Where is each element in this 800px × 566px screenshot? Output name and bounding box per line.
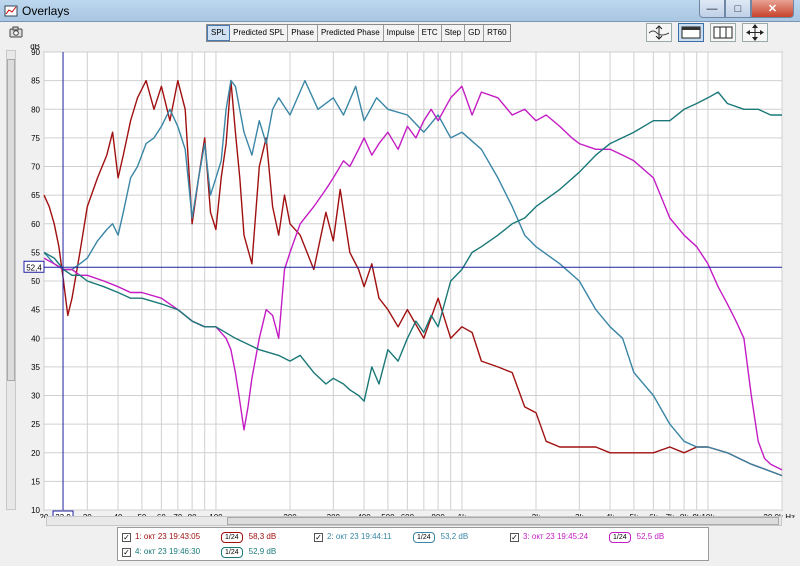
legend-entry: ✓ 4: окт 23 19:46:30 1/24 52,9 dB	[122, 545, 303, 559]
tab-step[interactable]: Step	[442, 25, 466, 41]
y-tick-label: 15	[31, 477, 40, 486]
minimize-button[interactable]: —	[699, 0, 725, 18]
smoothing-button[interactable]: 1/24	[221, 531, 243, 543]
vertical-scrollbar[interactable]	[6, 50, 16, 510]
graph-view-button[interactable]	[678, 23, 704, 42]
legend-level: 53,2 dB	[440, 532, 469, 541]
smoothing-button[interactable]: 1/24	[221, 546, 243, 558]
toolbar: SPL Predicted SPL Phase Predicted Phase Impu…	[0, 22, 800, 44]
legend-entry: ✓ 1: окт 23 19:43:05 1/24 58,3 dB	[122, 530, 303, 544]
close-icon: ✕	[767, 3, 778, 15]
y-tick-label: 35	[31, 363, 40, 372]
tab-impulse[interactable]: Impulse	[384, 25, 419, 41]
maximize-button[interactable]: □	[725, 0, 751, 18]
tab-etc[interactable]: ETC	[419, 25, 442, 41]
y-tick-label: 40	[31, 334, 40, 343]
measurement-legend: ✓ 1: окт 23 19:43:05 1/24 58,3 dB ✓ 2: окт 23…	[117, 527, 709, 561]
y-tick-label: 25	[31, 420, 40, 429]
horizontal-scroll-thumb[interactable]	[227, 517, 779, 525]
move-arrows-icon	[746, 24, 764, 41]
app-icon	[4, 5, 18, 17]
legend-level: 52,9 dB	[248, 547, 277, 556]
legend-checkbox[interactable]: ✓	[122, 547, 131, 557]
vertical-fit-button[interactable]	[646, 23, 672, 42]
window-title: Overlays	[22, 4, 70, 18]
smoothing-button[interactable]: 1/24	[413, 531, 435, 543]
spl-chart[interactable]: 1015202530354045505560657075808590dB2030…	[0, 42, 800, 523]
tab-gd[interactable]: GD	[465, 25, 485, 41]
tab-predicted-phase[interactable]: Predicted Phase	[318, 25, 384, 41]
minimize-icon: —	[706, 2, 718, 15]
legend-checkbox[interactable]: ✓	[122, 532, 131, 542]
legend-entry: ✓ 2: окт 23 19:44:11 1/24 53,2 dB	[314, 530, 495, 544]
y-tick-label: 65	[31, 191, 40, 200]
vertical-scroll-thumb[interactable]	[7, 59, 15, 381]
legend-level: 52,5 dB	[636, 532, 665, 541]
tab-predicted-spl[interactable]: Predicted SPL	[230, 25, 289, 41]
close-button[interactable]: ✕	[751, 0, 794, 18]
camera-icon[interactable]	[9, 25, 23, 39]
y-tick-label: 80	[31, 105, 40, 114]
tab-spl[interactable]: SPL	[207, 25, 231, 41]
legend-label: 4: окт 23 19:46:30	[135, 547, 201, 556]
legend-entry: ✓ 3: окт 23 19:45:24 1/24 52,5 dB	[510, 530, 691, 544]
cursor-y-readout: 52,4	[26, 263, 42, 272]
horizontal-scrollbar[interactable]	[46, 516, 782, 526]
y-tick-label: 85	[31, 77, 40, 86]
graph-type-tabs: SPL Predicted SPL Phase Predicted Phase Impu…	[206, 24, 511, 42]
legend-level: 58,3 dB	[248, 532, 277, 541]
layout-icon	[713, 26, 733, 39]
y-tick-label: 30	[31, 392, 40, 401]
maximize-icon: □	[734, 2, 742, 15]
window-titlebar: Overlays — □ ✕	[0, 0, 800, 22]
legend-checkbox[interactable]: ✓	[314, 532, 323, 542]
y-tick-label: 50	[31, 277, 40, 286]
y-tick-label: 60	[31, 220, 40, 229]
spl-chart-svg[interactable]: 1015202530354045505560657075808590dB2030…	[0, 42, 800, 523]
y-tick-label: 55	[31, 248, 40, 257]
legend-label: 1: окт 23 19:43:05	[135, 532, 201, 541]
y-axis-unit: dB	[30, 44, 40, 51]
tab-rt60[interactable]: RT60	[484, 25, 509, 41]
y-tick-label: 75	[31, 134, 40, 143]
vertical-fit-icon	[648, 25, 670, 40]
y-tick-label: 45	[31, 306, 40, 315]
layout-button[interactable]	[710, 23, 736, 42]
y-tick-label: 70	[31, 163, 40, 172]
legend-label: 2: окт 23 19:44:11	[327, 532, 392, 541]
graph-view-icon	[681, 26, 701, 39]
smoothing-button[interactable]: 1/24	[609, 531, 631, 543]
legend-label: 3: окт 23 19:45:24	[523, 532, 589, 541]
legend-checkbox[interactable]: ✓	[510, 532, 519, 542]
y-tick-label: 20	[31, 449, 40, 458]
pan-button[interactable]	[742, 23, 768, 42]
tab-phase[interactable]: Phase	[288, 25, 318, 41]
